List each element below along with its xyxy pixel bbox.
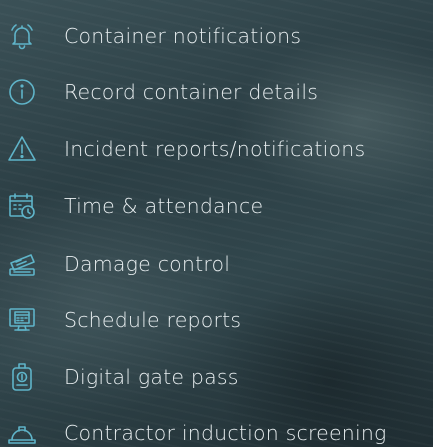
- info-icon: [7, 77, 37, 107]
- menu-item-label: Contractor induction screening: [64, 421, 387, 445]
- menu-item-schedule-reports[interactable]: Schedule reports: [0, 299, 433, 341]
- menu-item-label: Incident reports/notifications: [64, 137, 366, 161]
- id-badge-icon: [7, 362, 37, 392]
- monitor-schedule-icon: [7, 305, 37, 335]
- menu-item-label: Schedule reports: [64, 308, 242, 332]
- menu-item-container-notifications[interactable]: Container notifications: [0, 15, 433, 57]
- menu-item-label: Time & attendance: [64, 194, 264, 218]
- menu-item-label: Damage control: [64, 252, 231, 276]
- hard-hat-icon: [7, 418, 37, 447]
- menu-item-time-attendance[interactable]: Time & attendance: [0, 185, 433, 227]
- damage-report-icon: [7, 249, 37, 279]
- menu-item-incident-reports[interactable]: Incident reports/notifications: [0, 128, 433, 170]
- menu-item-label: Digital gate pass: [64, 365, 239, 389]
- bell-icon: [7, 21, 37, 51]
- menu-item-damage-control[interactable]: Damage control: [0, 243, 433, 285]
- warning-icon: [7, 134, 37, 164]
- menu-item-digital-gate-pass[interactable]: Digital gate pass: [0, 356, 433, 398]
- menu-item-label: Container notifications: [64, 24, 302, 48]
- menu-item-contractor-induction[interactable]: Contractor induction screening: [0, 412, 433, 447]
- menu-item-record-container-details[interactable]: Record container details: [0, 71, 433, 113]
- calendar-clock-icon: [7, 191, 37, 221]
- menu-item-label: Record container details: [64, 80, 319, 104]
